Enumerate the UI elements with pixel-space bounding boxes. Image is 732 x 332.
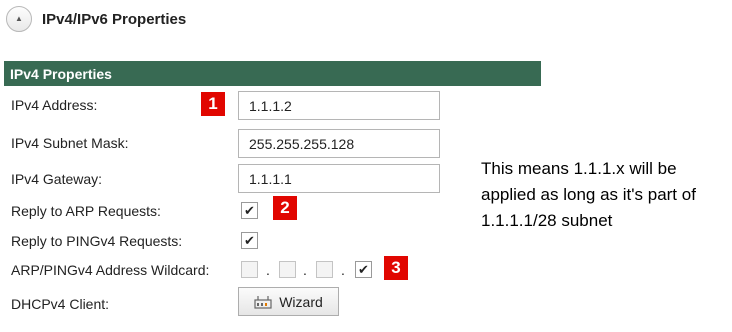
wildcard-octet-1-checkbox[interactable]	[241, 261, 258, 278]
check-icon: ✔	[244, 232, 255, 248]
check-icon: ✔	[244, 202, 255, 218]
wizard-icon	[254, 295, 272, 309]
ipv4-subnet-mask-field[interactable]: 255.255.255.128	[238, 129, 440, 158]
section-header[interactable]: ▲ IPv4/IPv6 Properties	[6, 4, 186, 34]
octet-separator: .	[303, 262, 307, 278]
reply-ping-label: Reply to PINGv4 Requests:	[11, 233, 183, 249]
panel-header: IPv4 Properties	[4, 61, 541, 86]
reply-arp-label: Reply to ARP Requests:	[11, 203, 161, 219]
ipv4-subnet-mask-label: IPv4 Subnet Mask:	[11, 135, 129, 151]
wildcard-octet-2-checkbox[interactable]	[279, 261, 296, 278]
reply-arp-checkbox[interactable]: ✔	[241, 202, 258, 219]
octet-separator: .	[266, 262, 270, 278]
ipv4-address-label: IPv4 Address:	[11, 97, 98, 113]
check-icon: ✔	[358, 261, 369, 277]
annotation-badge-2: 2	[273, 196, 297, 220]
ipv4-gateway-label: IPv4 Gateway:	[11, 171, 103, 187]
annotation-badge-1: 1	[201, 92, 225, 116]
octet-separator: .	[341, 262, 345, 278]
wizard-button[interactable]: Wizard	[238, 287, 339, 316]
ipv4-address-field[interactable]: 1.1.1.2	[238, 91, 440, 120]
reply-ping-checkbox[interactable]: ✔	[241, 232, 258, 249]
chevron-up-icon: ▲	[15, 14, 23, 23]
ipv4-gateway-field[interactable]: 1.1.1.1	[238, 164, 440, 193]
wildcard-label: ARP/PINGv4 Address Wildcard:	[11, 262, 210, 278]
dhcpv4-client-label: DHCPv4 Client:	[11, 296, 110, 312]
annotation-note: This means 1.1.1.x will be applied as lo…	[481, 159, 696, 230]
wildcard-octet-3-checkbox[interactable]	[316, 261, 333, 278]
annotation-badge-3: 3	[384, 256, 408, 280]
wizard-button-label: Wizard	[279, 293, 323, 310]
wildcard-octet-4-checkbox[interactable]: ✔	[355, 261, 372, 278]
collapse-button[interactable]: ▲	[6, 6, 32, 32]
section-title: IPv4/IPv6 Properties	[42, 10, 187, 28]
